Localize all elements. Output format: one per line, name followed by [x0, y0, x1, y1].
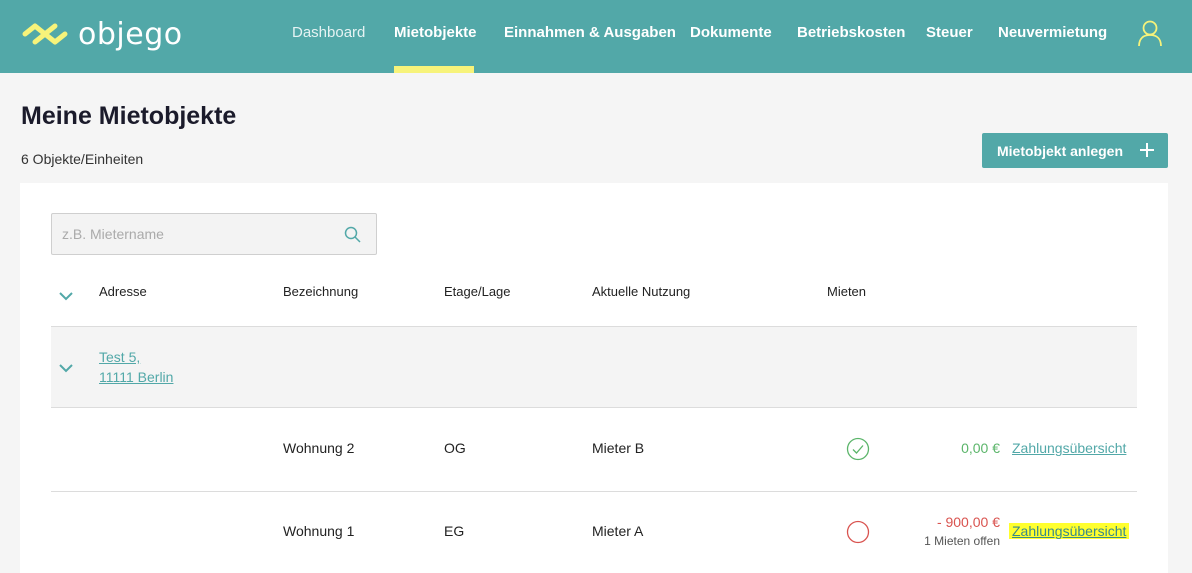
- user-icon[interactable]: [1137, 19, 1163, 47]
- unit-name: Wohnung 1: [283, 523, 355, 539]
- nav-item-mietobjekte[interactable]: Mietobjekte: [394, 24, 477, 41]
- column-header-floor[interactable]: Etage/Lage: [444, 284, 511, 299]
- rent-balance: - 900,00 €: [936, 514, 1000, 530]
- unit-name: Wohnung 2: [283, 440, 355, 456]
- add-property-label: Mietobjekt anlegen: [997, 142, 1124, 159]
- unit-usage: Mieter B: [592, 440, 645, 456]
- search-input[interactable]: [52, 214, 342, 254]
- open-rents-note: 1 Mieten offen: [924, 534, 1000, 548]
- nav-item-einnahmen-ausgaben[interactable]: Einnahmen & Ausgaben: [504, 24, 676, 41]
- address-line-2: 11111 Berlin: [99, 369, 174, 385]
- nav-item-betriebskosten[interactable]: Betriebskosten: [797, 24, 905, 41]
- top-navigation-bar: objego Dashboard Mietobjekte Einnahmen &…: [0, 0, 1192, 73]
- property-group-row: Test 5, 11111 Berlin: [51, 327, 1137, 408]
- nav-item-neuvermietung[interactable]: Neuvermietung: [998, 24, 1107, 41]
- search-box: [51, 213, 377, 255]
- property-address-link[interactable]: Test 5, 11111 Berlin: [99, 347, 173, 387]
- nav-item-dashboard[interactable]: Dashboard: [292, 24, 365, 41]
- nav-item-dokumente[interactable]: Dokumente: [690, 24, 772, 41]
- payment-overview-link[interactable]: Zahlungsübersicht: [1012, 440, 1126, 456]
- chevron-down-icon[interactable]: [59, 363, 73, 373]
- add-property-button[interactable]: Mietobjekt anlegen: [982, 133, 1168, 168]
- object-count: 6 Objekte/Einheiten: [21, 151, 144, 167]
- address-line-1: Test 5,: [99, 349, 141, 365]
- active-tab-indicator: [394, 66, 474, 73]
- unit-floor: EG: [444, 523, 465, 539]
- check-circle-icon: [846, 437, 870, 461]
- nav-item-steuer[interactable]: Steuer: [926, 24, 973, 41]
- table-row: Wohnung 1 EG Mieter A - 900,00 € 1 Miete…: [51, 492, 1137, 573]
- unit-usage: Mieter A: [592, 523, 644, 539]
- column-header-usage[interactable]: Aktuelle Nutzung: [592, 284, 690, 299]
- column-header-rents[interactable]: Mieten: [827, 284, 866, 299]
- main-nav: Dashboard Mietobjekte Einnahmen & Ausgab…: [0, 0, 1192, 73]
- unit-floor: OG: [444, 440, 466, 456]
- payment-overview-link[interactable]: Zahlungsübersicht: [1009, 523, 1130, 539]
- column-header-name[interactable]: Bezeichnung: [283, 284, 358, 299]
- chevron-down-icon[interactable]: [59, 291, 73, 301]
- column-header-address[interactable]: Adresse: [99, 284, 147, 299]
- plus-icon: [1140, 143, 1154, 157]
- search-icon[interactable]: [344, 226, 362, 244]
- empty-circle-icon: [846, 520, 870, 544]
- table-row: Wohnung 2 OG Mieter B 0,00 € Zahlungsübe…: [51, 409, 1137, 492]
- page-title: Meine Mietobjekte: [21, 102, 237, 130]
- property-list-card: Adresse Bezeichnung Etage/Lage Aktuelle …: [20, 183, 1168, 573]
- rent-balance: 0,00 €: [961, 440, 1000, 456]
